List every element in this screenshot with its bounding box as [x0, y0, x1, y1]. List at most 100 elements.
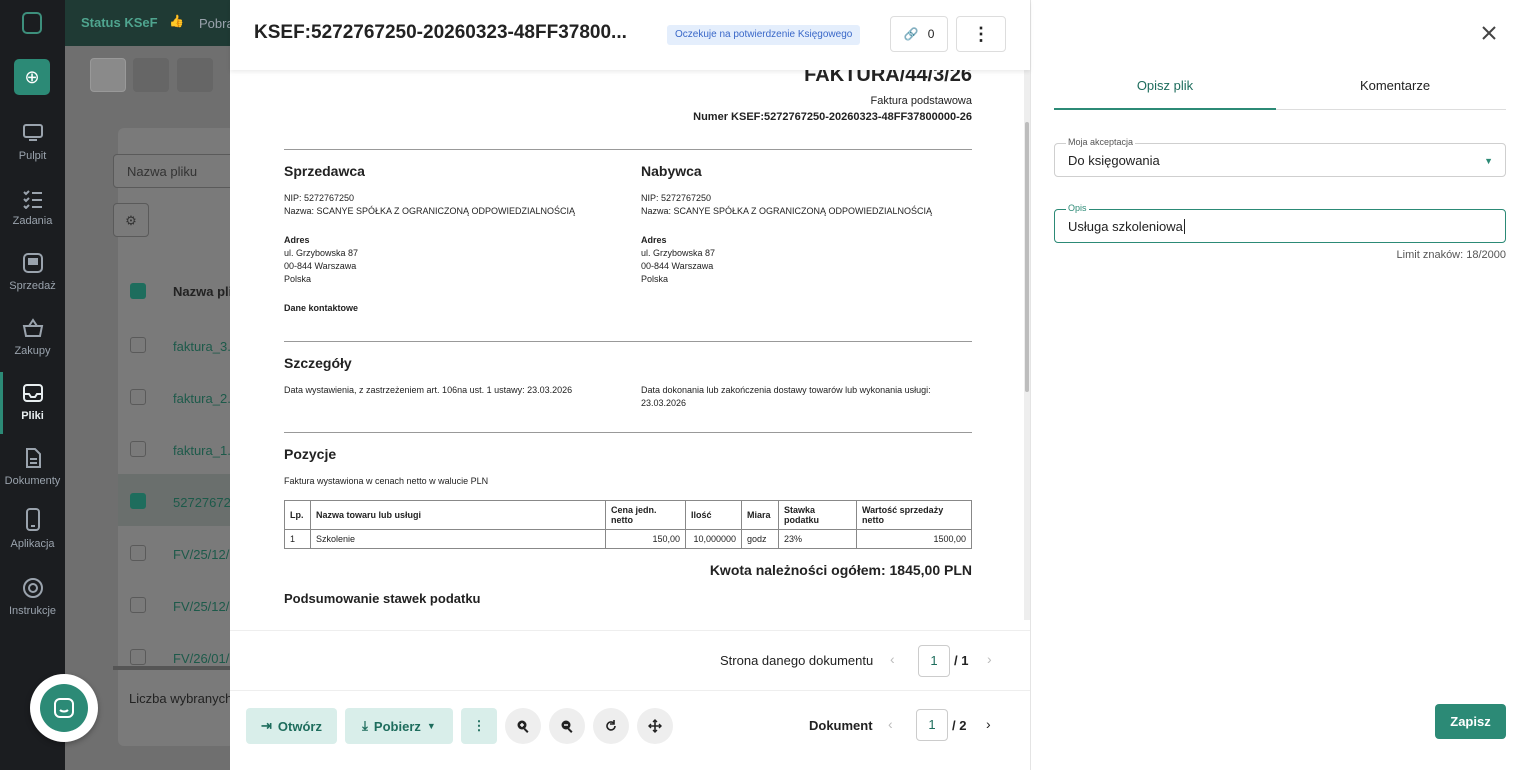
thumbs-up-icon: 👍: [169, 14, 184, 28]
table-row[interactable]: faktura_3.p: [173, 339, 238, 354]
buyer-street: ul. Grzybowska 87: [641, 248, 716, 258]
ksef-status-label[interactable]: Status KSeF: [81, 15, 158, 30]
table-row[interactable]: FV/25/12/1: [173, 547, 237, 562]
description-value: Usługa szkoleniowa: [1068, 219, 1183, 234]
char-limit: Limit znaków: 18/2000: [1396, 249, 1506, 261]
sidebar-item-instrukcje[interactable]: Instrukcje: [0, 577, 65, 617]
row-checkbox-checked[interactable]: [130, 493, 146, 509]
items-table: Lp. Nazwa towaru lub usługi Cena jedn. n…: [284, 500, 972, 549]
table-row[interactable]: FV/25/12/2: [173, 599, 237, 614]
link-button[interactable]: 🔗 0: [890, 16, 948, 52]
rotate-icon[interactable]: [593, 708, 629, 744]
divider: [284, 149, 972, 150]
seller-country: Polska: [284, 274, 312, 284]
settings-gear-icon[interactable]: ⚙: [113, 203, 149, 237]
document-total: / 2: [952, 718, 967, 733]
column-header-name[interactable]: Nazwa pli: [173, 284, 232, 299]
col-header: Miara: [741, 500, 779, 530]
scrollbar-thumb[interactable]: [1025, 122, 1029, 392]
table-row[interactable]: 52727672: [173, 495, 231, 510]
caret-down-icon: ▼: [1484, 156, 1493, 166]
cell: 1: [284, 529, 311, 549]
viewer-header: KSEF:5272767250-20260323-48FF37800... Oc…: [230, 0, 1030, 70]
contact-heading: Dane kontaktowe: [284, 303, 359, 313]
sidebar-item-label: Pulpit: [18, 150, 47, 162]
row-checkbox[interactable]: [130, 597, 146, 613]
col-header: Lp.: [284, 500, 311, 530]
sidebar-item-pulpit[interactable]: Pulpit: [0, 122, 65, 162]
zoom-out-icon[interactable]: [549, 708, 585, 744]
viewer-toolbar: ⇥ Otwórz ⤓ Pobierz ▼ ⋮ Dokument ‹ 1 / 2 ›: [230, 690, 1030, 770]
sidebar-item-pliki[interactable]: Pliki: [0, 382, 65, 422]
buyer-address-heading: Adres: [641, 235, 667, 245]
select-all-checkbox[interactable]: [130, 283, 146, 299]
chevron-right-icon[interactable]: ›: [987, 651, 992, 667]
acceptance-label: Moja akceptacja: [1066, 137, 1136, 147]
seller-heading: Sprzedawca: [284, 163, 365, 179]
document-input[interactable]: 1: [916, 709, 948, 741]
move-icon[interactable]: [637, 708, 673, 744]
caret-down-icon: ▼: [426, 721, 436, 731]
open-label: Otwórz: [277, 718, 322, 734]
download-button[interactable]: ⤓ Pobierz ▼: [345, 708, 453, 744]
sidebar-item-zakupy[interactable]: Zakupy: [0, 317, 65, 357]
toolbar-button[interactable]: [133, 58, 169, 92]
active-tab-indicator: [1054, 108, 1276, 110]
sidebar-item-zadania[interactable]: Zadania: [0, 187, 65, 227]
more-vertical-icon[interactable]: ⋮: [956, 16, 1006, 52]
table-row[interactable]: FV/26/01/1: [173, 651, 237, 666]
details-heading: Szczegóły: [284, 355, 352, 371]
link-icon: 🔗: [903, 27, 919, 41]
sidebar-item-sprzedaz[interactable]: Sprzedaż: [0, 252, 65, 292]
row-checkbox[interactable]: [130, 337, 146, 353]
document-nav-label: Dokument: [809, 718, 873, 733]
tab-describe-file[interactable]: Opisz plik: [1054, 78, 1276, 93]
delivery-date: Data dokonania lub zakończenia dostawy t…: [641, 384, 971, 410]
row-checkbox[interactable]: [130, 649, 146, 665]
buyer-info: NIP: 5272767250 Nazwa: SCANYE SPÓŁKA Z O…: [641, 192, 971, 286]
horizontal-scrollbar[interactable]: [113, 666, 235, 670]
status-badge: Oczekuje na potwierdzenie Księgowego: [667, 25, 861, 45]
sidebar-item-dokumenty[interactable]: Dokumenty: [0, 447, 65, 487]
page-input[interactable]: 1: [918, 645, 950, 677]
search-input[interactable]: Nazwa pliku: [113, 154, 235, 188]
row-checkbox[interactable]: [130, 389, 146, 405]
chevron-right-icon[interactable]: ›: [986, 716, 991, 732]
chevron-left-icon[interactable]: ‹: [890, 651, 895, 667]
buyer-nip: NIP: 5272767250: [641, 193, 712, 203]
invoice-ksef-number: Numer KSEF:5272767250-20260323-48FF37800…: [693, 111, 972, 123]
invoice-kind: Faktura podstawowa: [870, 95, 973, 107]
chat-icon[interactable]: [40, 684, 88, 732]
zoom-in-icon[interactable]: [505, 708, 541, 744]
add-button[interactable]: ⊕: [14, 59, 50, 95]
table-row[interactable]: faktura_2.: [173, 391, 231, 406]
top-bar: Status KSeF 👍 Pobra: [65, 0, 235, 46]
row-checkbox[interactable]: [130, 441, 146, 457]
more-vertical-icon[interactable]: ⋮: [461, 708, 497, 744]
open-button[interactable]: ⇥ Otwórz: [246, 708, 337, 744]
inbox-icon: [22, 384, 43, 402]
col-header: Cena jedn. netto: [605, 500, 686, 530]
close-icon[interactable]: [1478, 22, 1500, 44]
sidebar-item-label: Sprzedaż: [9, 280, 56, 292]
sidebar-item-aplikacja[interactable]: Aplikacja: [0, 508, 65, 550]
calendar-button[interactable]: [90, 58, 126, 92]
acceptance-select[interactable]: Do księgowania ▼: [1054, 143, 1506, 177]
row-checkbox[interactable]: [130, 545, 146, 561]
divider: [284, 432, 972, 433]
seller-name: Nazwa: SCANYE SPÓŁKA Z OGRANICZONĄ ODPOW…: [284, 206, 576, 216]
chevron-left-icon[interactable]: ‹: [888, 716, 893, 732]
text-cursor: [1183, 219, 1185, 234]
col-header: Ilość: [685, 500, 742, 530]
download-tab[interactable]: Pobra: [199, 16, 234, 31]
selected-count-label: Liczba wybranych: [129, 691, 233, 706]
save-button[interactable]: Zapisz: [1435, 704, 1506, 739]
toolbar-button[interactable]: [177, 58, 213, 92]
register-icon: [22, 253, 43, 273]
table-row[interactable]: faktura_1.p: [173, 443, 238, 458]
tab-comments[interactable]: Komentarze: [1284, 78, 1506, 93]
seller-street: ul. Grzybowska 87: [284, 248, 359, 258]
table-row: 1 Szkolenie 150,00 10,000000 godz 23% 15…: [284, 529, 972, 549]
description-input[interactable]: Usługa szkoleniowa: [1054, 209, 1506, 243]
tax-summary-heading: Podsumowanie stawek podatku: [284, 591, 481, 606]
